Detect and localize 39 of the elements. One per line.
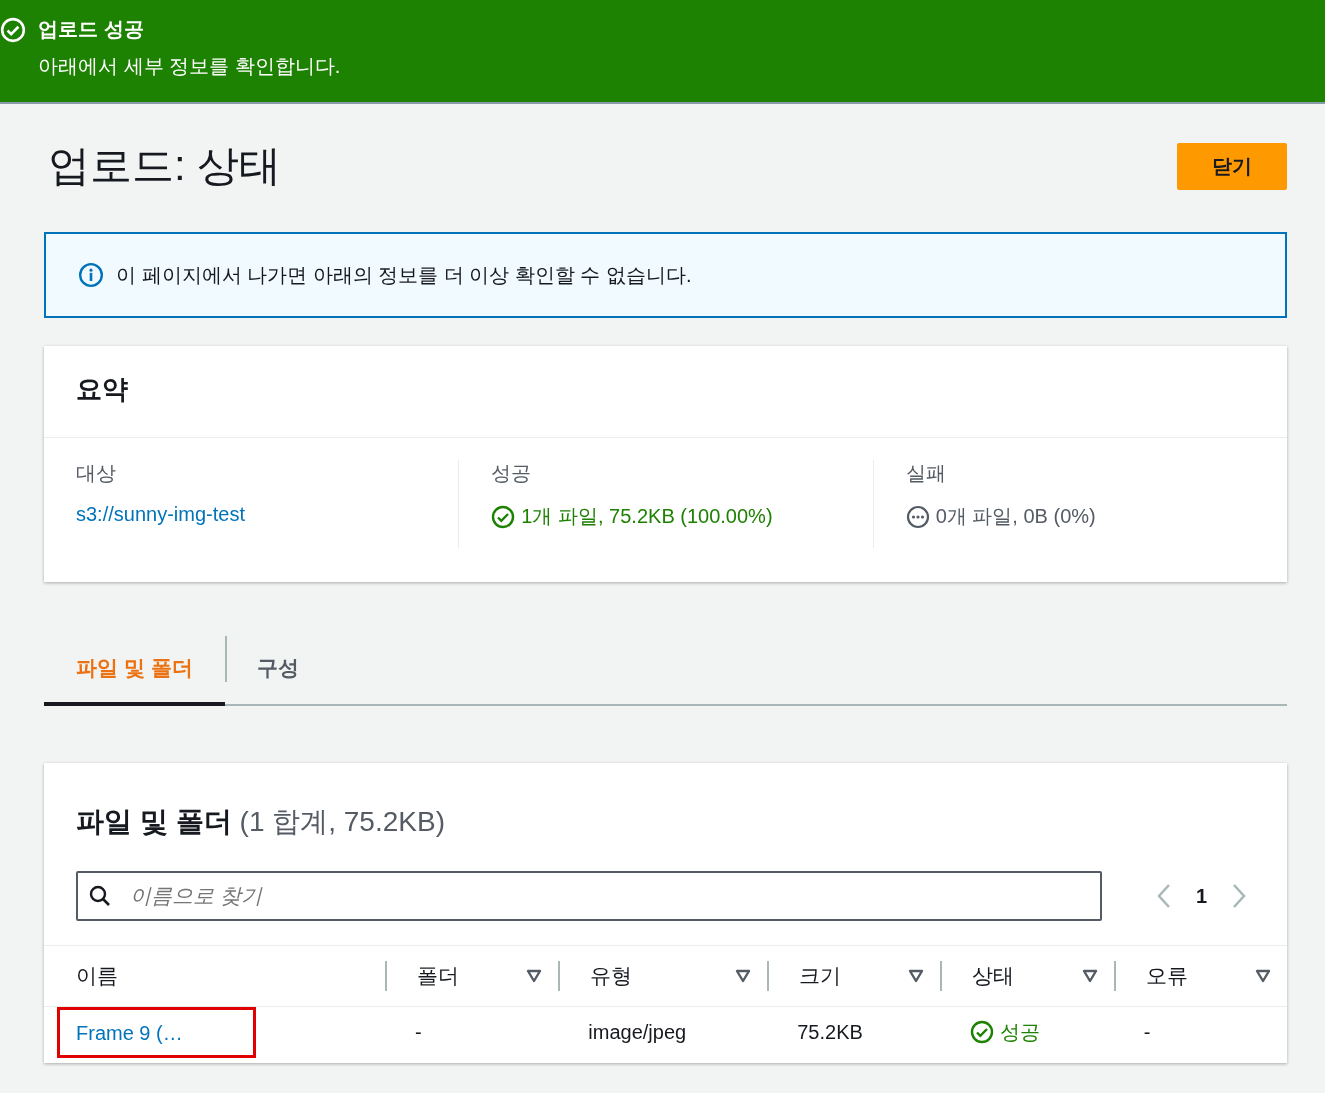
table-cell: image/jpeg bbox=[588, 1020, 687, 1043]
page-title: 업로드: 상태 bbox=[48, 141, 282, 191]
sort-icon[interactable] bbox=[908, 969, 925, 983]
column-header[interactable]: 크기 bbox=[799, 962, 842, 990]
summary-title: 요약 bbox=[76, 374, 128, 404]
summary-label: 대상 bbox=[76, 461, 117, 486]
success-icon bbox=[970, 1020, 995, 1044]
summary-label: 성공 bbox=[491, 461, 533, 486]
table-cell: - bbox=[415, 1020, 422, 1043]
column-header[interactable]: 상태 bbox=[972, 962, 1015, 990]
column-header[interactable]: 유형 bbox=[590, 962, 633, 990]
file-name-link[interactable]: Frame 9 (… bbox=[60, 1009, 253, 1055]
sort-icon[interactable] bbox=[735, 969, 752, 983]
column-header[interactable]: 이름 bbox=[76, 962, 118, 990]
summary-label: 실패 bbox=[905, 461, 947, 486]
summary-value: 1개 파일, 75.2KB (100.00%) bbox=[521, 504, 773, 529]
tab[interactable]: 구성 bbox=[224, 634, 331, 706]
search-field[interactable]: 이름으로 찾기 bbox=[76, 871, 1102, 921]
status-text: 성공 bbox=[1000, 1019, 1041, 1045]
close-button[interactable]: 닫기 bbox=[1177, 142, 1287, 190]
info-icon bbox=[78, 262, 104, 288]
column-header[interactable]: 폴더 bbox=[417, 962, 460, 990]
banner-message: 아래에서 세부 정보를 확인합니다. bbox=[38, 54, 342, 79]
files-title: 파일 및 폴더 bbox=[76, 805, 232, 839]
files-count: (1 합계, 75.2KB) bbox=[239, 805, 445, 839]
table-cell: 75.2KB bbox=[797, 1020, 863, 1043]
banner-title: 업로드 성공 bbox=[38, 17, 144, 42]
pending-icon bbox=[905, 504, 930, 529]
summary-value: 0개 파일, 0B (0%) bbox=[935, 504, 1096, 529]
info-text: 이 페이지에서 나가면 아래의 정보를 더 이상 확인할 수 없습니다. bbox=[116, 262, 692, 288]
sort-icon[interactable] bbox=[1255, 969, 1271, 983]
success-icon bbox=[491, 504, 516, 529]
page-number[interactable]: 1 bbox=[1195, 884, 1207, 908]
sort-icon[interactable] bbox=[1081, 969, 1098, 983]
column-header[interactable]: 오류 bbox=[1145, 962, 1188, 990]
success-icon bbox=[0, 16, 26, 43]
bucket-link[interactable]: s3://sunny-img-test bbox=[76, 503, 245, 526]
table-cell: - bbox=[1143, 1020, 1151, 1043]
sort-icon[interactable] bbox=[526, 969, 543, 983]
